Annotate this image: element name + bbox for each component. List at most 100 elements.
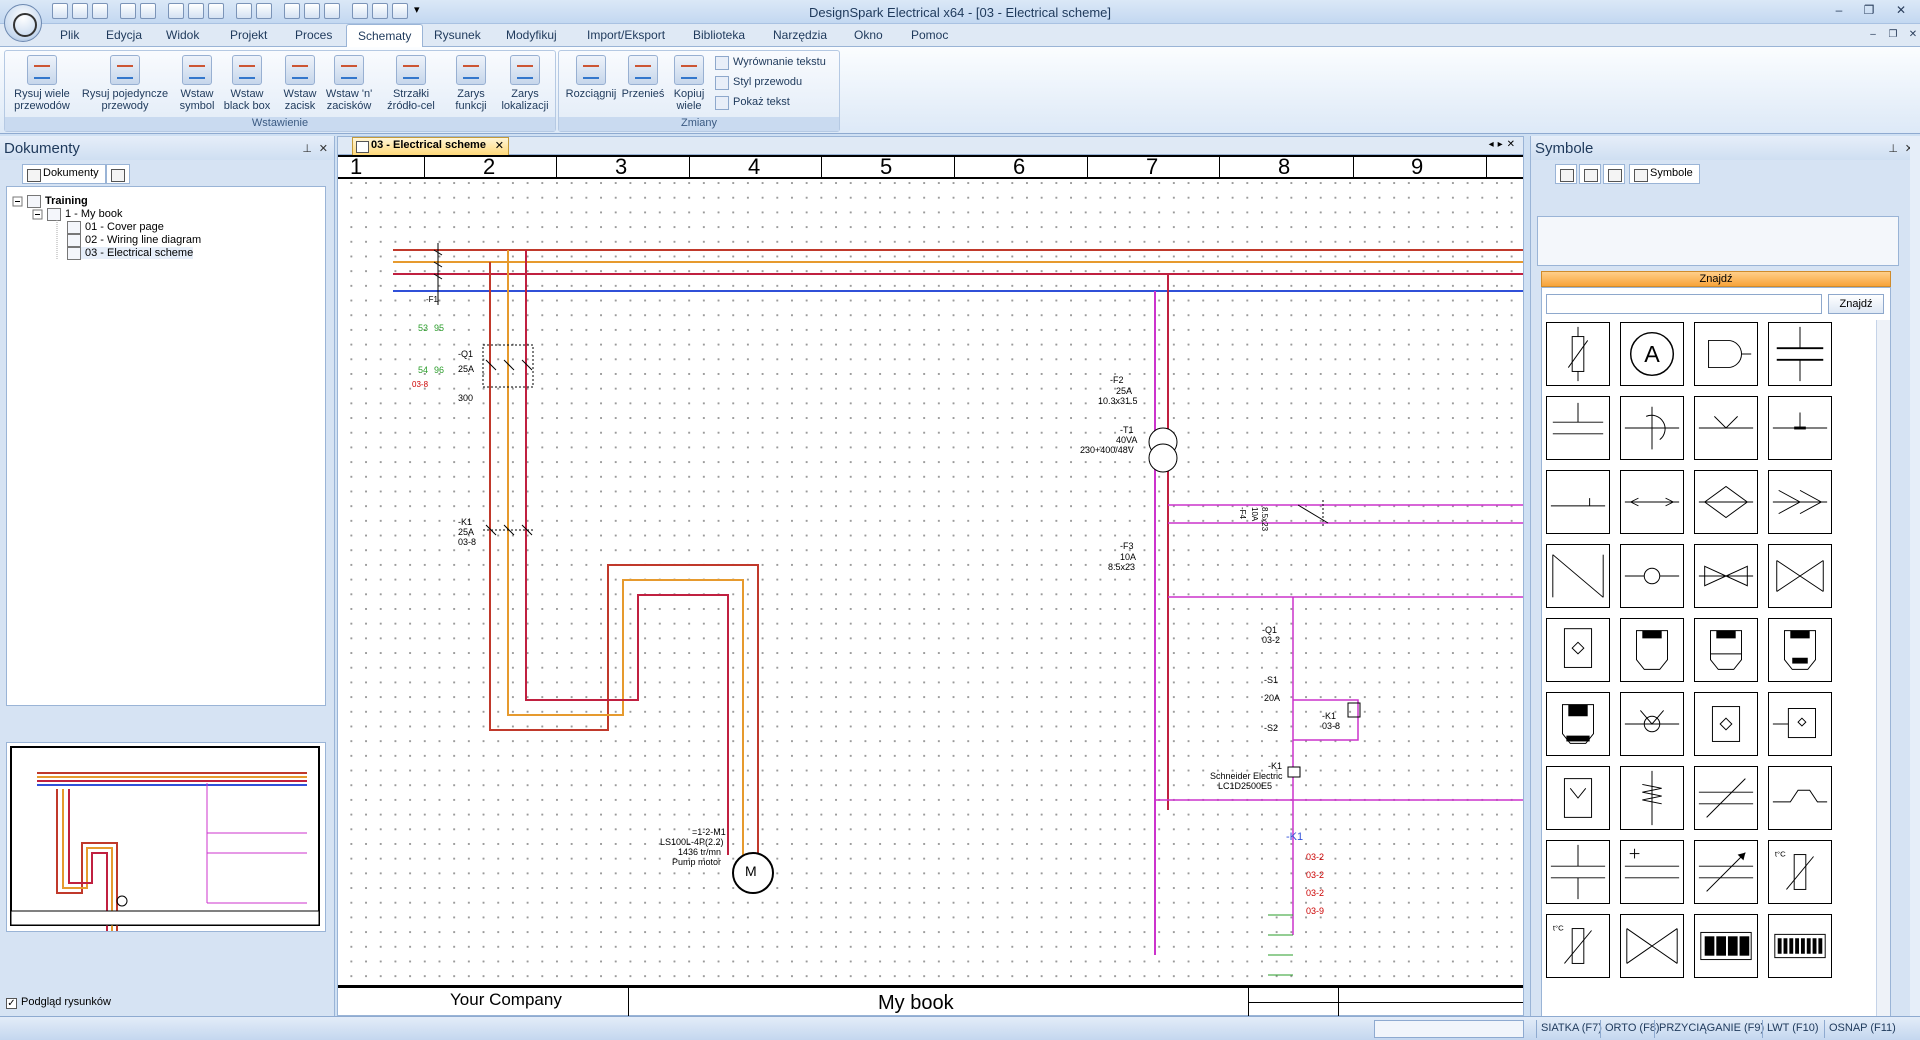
symbol-cell[interactable]	[1768, 396, 1832, 460]
doc-close-icon[interactable]: ✕	[1900, 27, 1920, 43]
tab-proces[interactable]: Proces	[295, 28, 332, 42]
home-icon[interactable]	[1555, 164, 1577, 184]
symbol-cell[interactable]	[1768, 914, 1832, 978]
tab-pomoc[interactable]: Pomoc	[911, 28, 948, 42]
symbol-cell[interactable]	[1620, 618, 1684, 682]
tab-biblioteka[interactable]: Biblioteka	[693, 28, 745, 42]
symbol-cell[interactable]	[1694, 618, 1758, 682]
symbol-cell[interactable]: t°C	[1768, 840, 1832, 904]
copy-many-button[interactable]: Kopiuj wiele	[667, 55, 711, 112]
close-tab-icon[interactable]: ✕	[495, 139, 504, 152]
tab-rysunek[interactable]: Rysunek	[434, 28, 481, 42]
symbol-cell[interactable]	[1694, 840, 1758, 904]
pin-icon[interactable]: ⊥	[1888, 142, 1898, 155]
symbol-cell[interactable]	[1620, 396, 1684, 460]
close-icon[interactable]: ✕	[1888, 2, 1914, 18]
schematic-canvas[interactable]: 1 2 3 4 5 6 7 8 9 -F1 53 95 54 96 03-8 -…	[338, 155, 1523, 1018]
symbol-cell[interactable]	[1546, 840, 1610, 904]
tab-plik[interactable]: Plik	[60, 28, 79, 42]
draw-single-wire-button[interactable]: Rysuj pojedyncze przewody	[77, 55, 173, 112]
symbol-cell[interactable]: A	[1620, 322, 1684, 386]
tab-documents[interactable]: Dokumenty	[22, 164, 106, 184]
symbol-cell[interactable]	[1620, 914, 1684, 978]
symbol-cell[interactable]	[1546, 322, 1610, 386]
favorites-icon[interactable]	[1603, 164, 1625, 184]
symbol-cell[interactable]	[1694, 766, 1758, 830]
app-menu-button[interactable]	[4, 4, 42, 42]
tab-edycja[interactable]: Edycja	[106, 28, 142, 42]
symbol-cell[interactable]	[1620, 692, 1684, 756]
tab-symbols[interactable]: Symbole	[1629, 164, 1700, 184]
source-target-arrows-button[interactable]: Strzałki źródło-cel	[383, 55, 439, 112]
symbol-cell[interactable]	[1546, 766, 1610, 830]
lwt-toggle[interactable]: LWT (F10)	[1762, 1020, 1823, 1038]
symbol-cell[interactable]	[1546, 692, 1610, 756]
stretch-button[interactable]: Rozciągnij	[563, 55, 619, 100]
preview-checkbox[interactable]: ✓ Podgląd rysunków	[6, 996, 111, 1009]
symbol-cell[interactable]	[1694, 544, 1758, 608]
snap-toggle[interactable]: PRZYCIĄGANIE (F9)	[1654, 1020, 1768, 1038]
k1-xref: 03-8	[458, 537, 477, 547]
symbol-cell[interactable]	[1620, 766, 1684, 830]
symbol-preview: A	[1629, 331, 1675, 377]
find-header[interactable]: Znajdź	[1541, 271, 1891, 287]
symbol-cell[interactable]	[1620, 470, 1684, 534]
symbol-search-input[interactable]	[1546, 294, 1822, 314]
draw-multi-wire-button[interactable]: Rysuj wiele przewodów	[9, 55, 75, 112]
insert-symbol-button[interactable]: Wstaw symbol	[175, 55, 219, 112]
symbol-scrollbar[interactable]	[1876, 320, 1890, 1016]
tab-okno[interactable]: Okno	[854, 28, 883, 42]
symbol-cell[interactable]	[1620, 840, 1684, 904]
find-button[interactable]: Znajdź	[1828, 294, 1884, 314]
symbol-cell[interactable]	[1694, 470, 1758, 534]
symbol-cell[interactable]	[1546, 544, 1610, 608]
location-outline-button[interactable]: Zarys lokalizacji	[499, 55, 551, 112]
close-panel-icon[interactable]: ✕	[319, 142, 328, 155]
symbol-cell[interactable]	[1620, 544, 1684, 608]
symbol-cell[interactable]	[1694, 914, 1758, 978]
symbol-cell[interactable]	[1694, 322, 1758, 386]
symbol-cell[interactable]	[1694, 396, 1758, 460]
wire-style-button[interactable]: Styl przewodu	[713, 73, 802, 91]
symbol-cell[interactable]: t°C	[1546, 914, 1610, 978]
f2-rating: 25A	[1116, 386, 1133, 396]
symbol-cell[interactable]	[1768, 766, 1832, 830]
tab-modyfikuj[interactable]: Modyfikuj	[506, 28, 557, 42]
symbol-cell[interactable]	[1768, 692, 1832, 756]
insert-terminal-button[interactable]: Wstaw zacisk	[279, 55, 321, 112]
pin-icon[interactable]: ⊥	[302, 142, 312, 155]
osnap-toggle[interactable]: OSNAP (F11)	[1824, 1020, 1900, 1038]
symbol-cell[interactable]	[1546, 470, 1610, 534]
symbol-cell[interactable]	[1768, 618, 1832, 682]
symbol-cell[interactable]	[1768, 470, 1832, 534]
f1-label: -F1	[426, 295, 438, 304]
panel-scrollbar[interactable]	[1910, 136, 1920, 1016]
symbol-cell[interactable]	[1694, 692, 1758, 756]
move-button[interactable]: Przenieś	[621, 55, 665, 100]
show-text-button[interactable]: Pokaż tekst	[713, 93, 790, 111]
symbol-cell[interactable]	[1546, 618, 1610, 682]
restore-icon[interactable]: ❐	[1856, 2, 1882, 18]
info-icon[interactable]	[1579, 164, 1601, 184]
tab-import-eksport[interactable]: Import/Eksport	[587, 28, 665, 42]
function-outline-button[interactable]: Zarys funkcji	[445, 55, 497, 112]
document-tree: Training 1 - My book 01 - Cover page 02 …	[6, 186, 326, 706]
tab-electrical-scheme[interactable]: 03 - Electrical scheme ✕	[352, 137, 509, 155]
insert-blackbox-button[interactable]: Wstaw black box	[219, 55, 275, 112]
symbol-preview: t°C	[1775, 850, 1814, 890]
symbol-cell[interactable]	[1768, 544, 1832, 608]
tab-narzedzia[interactable]: Narzędzia	[773, 28, 827, 42]
tab-projekt[interactable]: Projekt	[230, 28, 267, 42]
align-text-button[interactable]: Wyrównanie tekstu	[713, 53, 826, 71]
tab-navigation[interactable]: ◂▸✕	[1489, 139, 1519, 150]
tab-components[interactable]	[106, 164, 130, 184]
symbol-cell[interactable]	[1546, 396, 1610, 460]
tab-widok[interactable]: Widok	[166, 28, 199, 42]
minimize-icon[interactable]: –	[1826, 2, 1852, 18]
grid-toggle[interactable]: SIATKA (F7)	[1536, 1020, 1606, 1038]
q1-aux-xref: 03-2	[1262, 635, 1281, 645]
k1-part-number: LC1D2500E5	[1218, 781, 1273, 791]
symbol-cell[interactable]	[1768, 322, 1832, 386]
tab-schematy[interactable]: Schematy	[346, 24, 424, 47]
insert-n-terminals-button[interactable]: Wstaw 'n' zacisków	[321, 55, 377, 112]
